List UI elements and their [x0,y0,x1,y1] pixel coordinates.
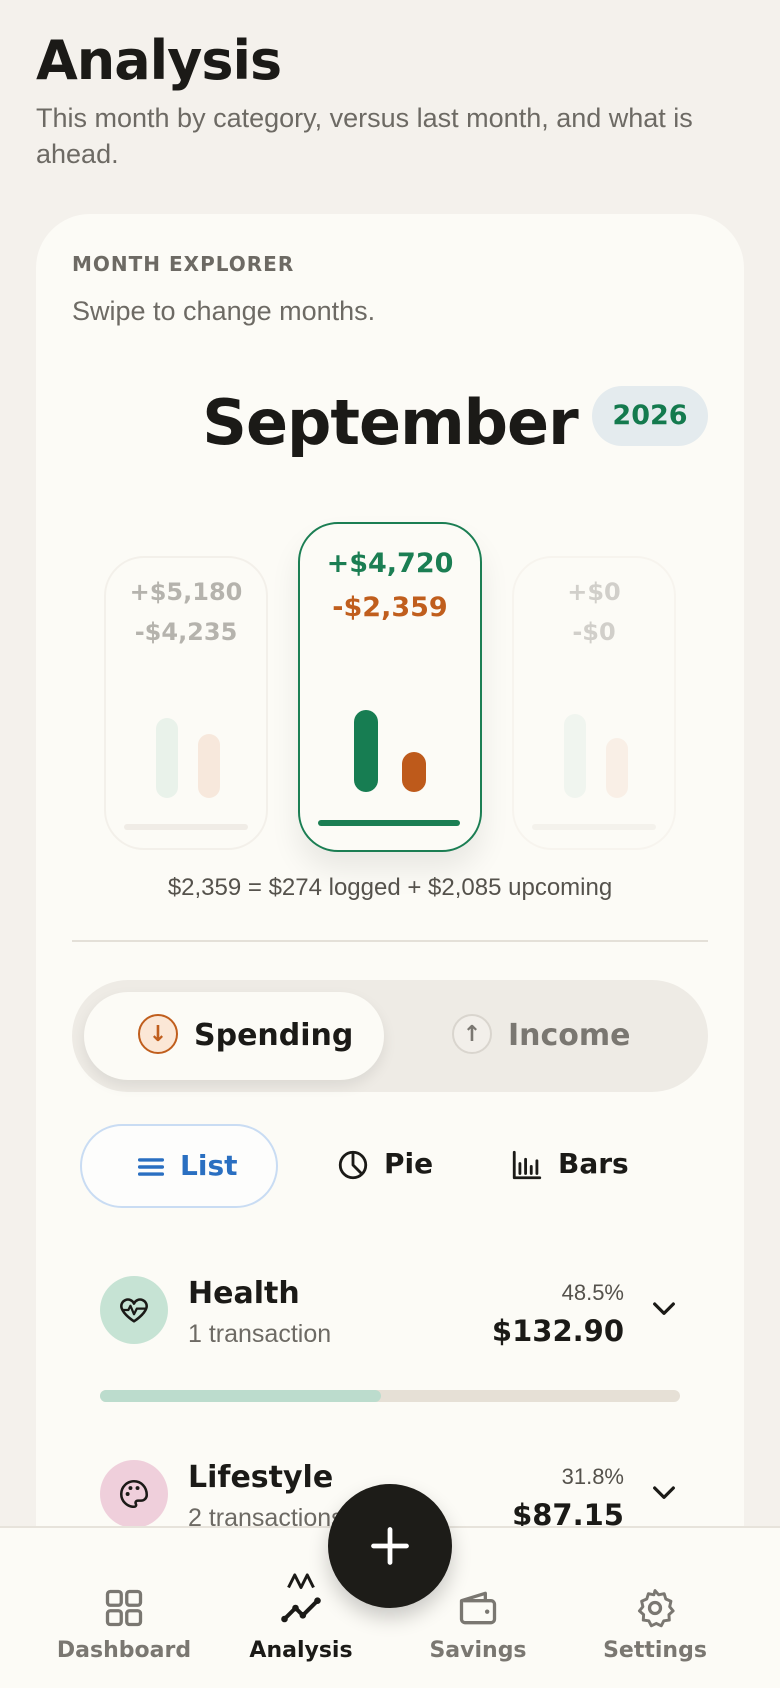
gear-icon [637,1589,675,1628]
nav-label: Dashboard [56,1638,192,1663]
pie-chart-icon [338,1150,368,1180]
nav-label: Analysis [249,1638,353,1663]
expense-bar [198,734,220,798]
category-avatar [100,1276,168,1344]
month-expense: -$0 [572,618,616,646]
view-mode-toggle: List Pie Bars [72,1124,708,1214]
nav-label: Settings [603,1638,707,1663]
swipe-hint: Swipe to change months. [72,296,376,326]
category-percent: 31.8% [561,1464,624,1489]
month-expense: -$4,235 [134,618,238,646]
tile-underline [124,824,248,830]
month-tile-next[interactable]: +$0 -$0 [512,556,676,850]
income-bar [354,710,378,792]
trend-line-icon [281,1597,321,1623]
add-transaction-button[interactable] [328,1484,452,1608]
income-bar [156,718,178,798]
category-name: Lifestyle [188,1460,334,1495]
wallet-icon [459,1591,497,1625]
analysis-card: MONTH EXPLORER Swipe to change months. S… [36,214,744,1614]
nav-label: Savings [429,1638,527,1663]
month-income: +$0 [567,578,621,606]
income-tab[interactable]: ↑ Income [396,992,696,1080]
category-transactions: 1 transaction [188,1320,332,1348]
plus-icon [371,1527,409,1565]
divider [72,940,708,942]
spending-income-toggle: ↓ Spending ↑ Income [72,980,708,1092]
year-badge[interactable]: 2026 [592,386,708,446]
section-eyebrow: MONTH EXPLORER [72,252,295,276]
list-label: List [180,1149,238,1182]
month-expense: -$2,359 [332,592,448,623]
expense-bar [606,738,628,798]
category-name: Health [188,1276,300,1311]
category-amount: $132.90 [491,1314,624,1348]
chevron-down-icon[interactable] [648,1292,680,1324]
spending-tab[interactable]: ↓ Spending [84,992,384,1080]
tile-underline [532,824,656,830]
income-bar [564,714,586,798]
category-percent: 48.5% [561,1280,624,1305]
heart-pulse-icon [120,1298,148,1323]
pie-label: Pie [384,1147,434,1180]
grid-icon [105,1589,143,1627]
chevron-down-icon[interactable] [648,1476,680,1508]
tile-underline [318,820,460,826]
view-pie-button[interactable]: Pie [334,1124,464,1208]
nav-dashboard[interactable]: Dashboard [44,1528,204,1688]
view-list-button[interactable]: List [80,1124,278,1208]
palette-icon [119,1479,149,1509]
category-share-track [100,1390,680,1402]
page-title: Analysis [36,29,282,92]
month-income: +$4,720 [326,548,454,579]
spending-label: Spending [194,1018,354,1053]
category-row-health[interactable]: Health 1 transaction 48.5% $132.90 [100,1276,680,1406]
arrow-up-icon: ↑ [452,1014,492,1054]
page-subtitle: This month by category, versus last mont… [36,103,693,169]
month-tile-current[interactable]: +$4,720 -$2,359 [298,522,482,852]
bars-label: Bars [558,1147,629,1180]
page-header: Analysis This month by category, versus … [36,28,736,172]
month-tile-previous[interactable]: +$5,180 -$4,235 [104,556,268,850]
list-icon [137,1158,165,1176]
bar-chart-icon [512,1150,542,1180]
expense-bar [402,752,426,792]
category-share-fill [100,1390,382,1402]
income-label: Income [508,1018,631,1053]
month-income: +$5,180 [129,578,243,606]
nav-settings[interactable]: Settings [575,1528,735,1688]
month-summary: $2,359 = $274 logged + $2,085 upcoming [167,874,613,901]
view-bars-button[interactable]: Bars [510,1124,680,1208]
category-avatar [100,1460,168,1528]
arrow-down-icon: ↓ [138,1014,178,1054]
